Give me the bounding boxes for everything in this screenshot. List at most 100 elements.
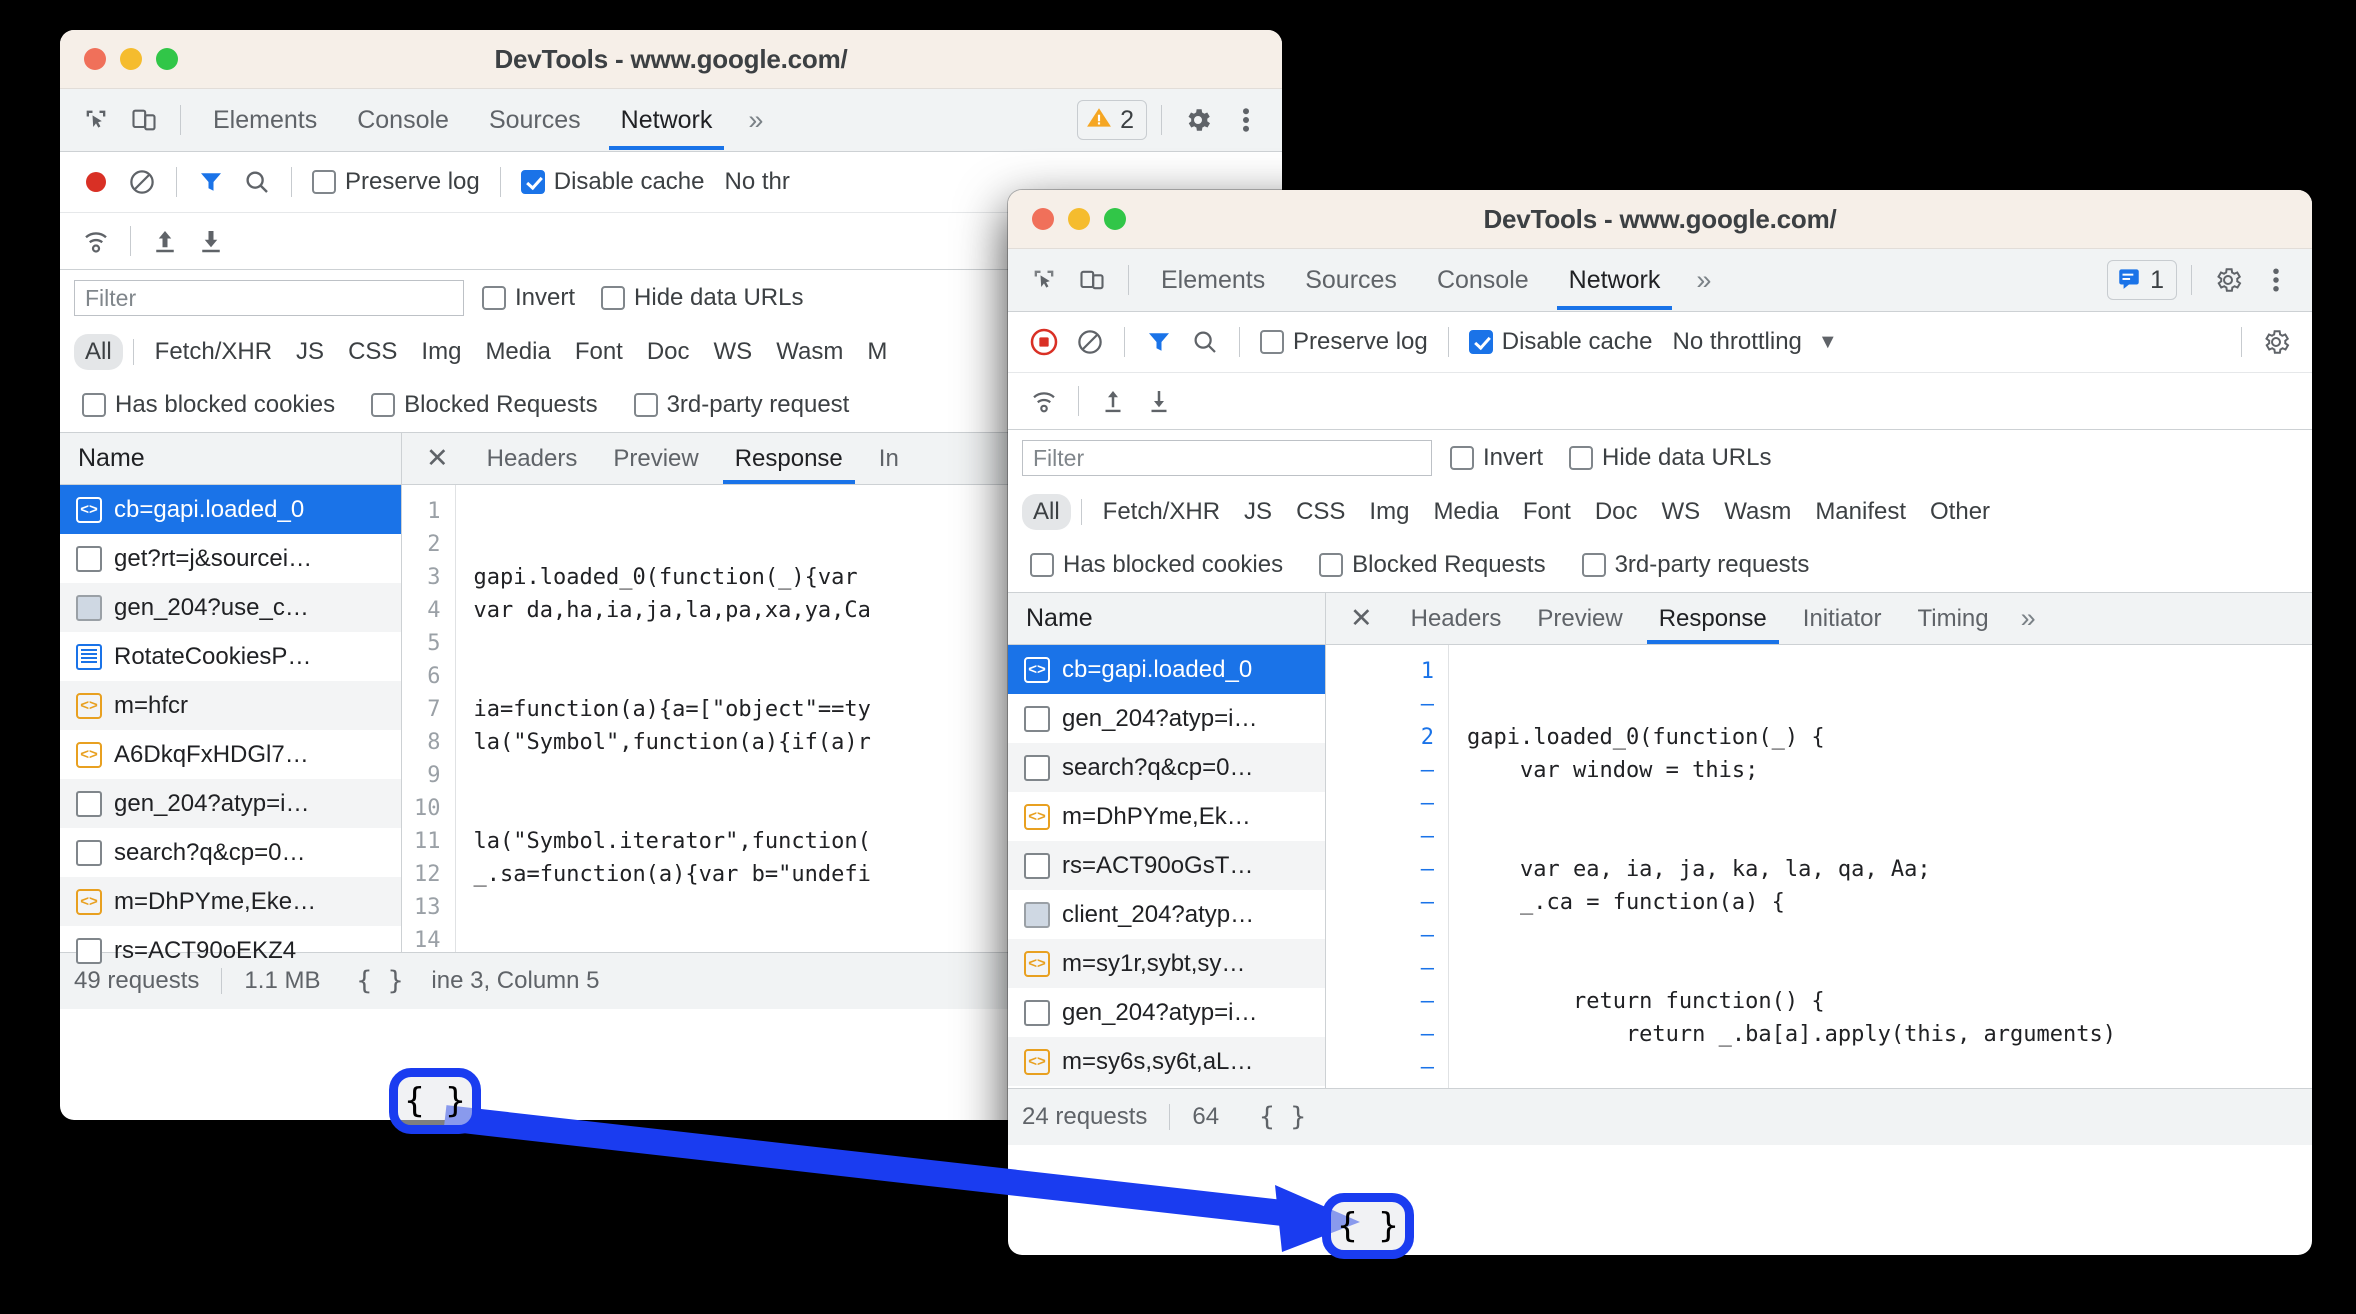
detail-tab-headers[interactable]: Headers: [1393, 593, 1520, 644]
invert-checkbox[interactable]: Invert: [474, 284, 583, 312]
type-filter-fetchxhr[interactable]: Fetch/XHR: [1092, 494, 1231, 530]
checkbox-box[interactable]: [82, 393, 106, 417]
warning-badge[interactable]: 2: [1077, 100, 1147, 140]
type-filter-other[interactable]: Other: [1919, 494, 2001, 530]
front-response-code[interactable]: 1– 2– –– –– –– –– –– – gapi.loaded_0(fun…: [1326, 645, 2312, 1088]
table-row[interactable]: get?rt=j&sourcei…: [60, 534, 401, 583]
funnel-filter-icon[interactable]: [1137, 321, 1181, 363]
type-filter-wasm[interactable]: Wasm: [1713, 494, 1802, 530]
type-filter-all[interactable]: All: [74, 334, 123, 370]
chevron-double-right-icon[interactable]: »: [1682, 265, 1725, 296]
tab-sources[interactable]: Sources: [1287, 250, 1415, 310]
type-filter-manifest[interactable]: M: [856, 334, 898, 370]
checkbox-box[interactable]: [371, 393, 396, 417]
checkbox-box[interactable]: [601, 286, 626, 310]
checkbox-box[interactable]: [1450, 446, 1474, 470]
tab-console[interactable]: Console: [1419, 250, 1547, 310]
front-request-list[interactable]: Name <> cb=gapi.loaded_0 gen_204?atyp=i……: [1008, 593, 1326, 1088]
front-status-bar[interactable]: 24 requests 64 { }: [1008, 1088, 2312, 1145]
back-format-highlight[interactable]: { }: [389, 1068, 481, 1134]
table-row[interactable]: search?q&cp=0…: [60, 828, 401, 877]
tab-elements[interactable]: Elements: [1143, 250, 1283, 310]
close-x-icon[interactable]: ✕: [1330, 603, 1393, 634]
table-row[interactable]: <> A6DkqFxHDGl7…: [60, 730, 401, 779]
type-filter-js[interactable]: JS: [285, 334, 335, 370]
has-blocked-cookies-checkbox[interactable]: Has blocked cookies: [74, 391, 343, 419]
minimize-button[interactable]: [120, 48, 142, 70]
front-request-rows[interactable]: <> cb=gapi.loaded_0 gen_204?atyp=i… sear…: [1008, 645, 1325, 1086]
front-filter-row[interactable]: Filter Invert Hide data URLs: [1008, 430, 2312, 486]
message-badge[interactable]: 1: [2107, 260, 2177, 300]
front-tab-strip[interactable]: Elements Sources Console Network » 1: [1008, 249, 2312, 312]
type-filter-img[interactable]: Img: [410, 334, 472, 370]
search-icon[interactable]: [1183, 321, 1227, 363]
maximize-button[interactable]: [156, 48, 178, 70]
type-filter-js[interactable]: JS: [1233, 494, 1283, 530]
back-request-rows[interactable]: <> cb=gapi.loaded_0 get?rt=j&sourcei… ge…: [60, 485, 401, 975]
search-icon[interactable]: [235, 161, 279, 203]
invert-checkbox[interactable]: Invert: [1442, 444, 1551, 472]
upload-arrow-icon[interactable]: [1091, 380, 1135, 422]
checkbox-box[interactable]: [1569, 446, 1594, 470]
table-row[interactable]: <> m=DhPYme,Ek…: [1008, 792, 1325, 841]
format-braces-button[interactable]: { }: [1245, 1098, 1320, 1136]
record-stop-icon[interactable]: [74, 161, 118, 203]
type-filter-wasm[interactable]: Wasm: [765, 334, 854, 370]
detail-tab-response[interactable]: Response: [717, 433, 861, 484]
table-row[interactable]: gen_204?atyp=i…: [1008, 988, 1325, 1037]
wifi-settings-icon[interactable]: [74, 220, 118, 262]
table-row[interactable]: <> m=sy6s,sy6t,aL…: [1008, 1037, 1325, 1086]
type-filter-font[interactable]: Font: [1512, 494, 1582, 530]
type-filter-manifest[interactable]: Manifest: [1804, 494, 1917, 530]
devtools-window-front[interactable]: DevTools - www.google.com/ Elements Sour…: [1008, 190, 2312, 1255]
chevron-down-icon[interactable]: ▼: [1804, 331, 1852, 354]
table-row[interactable]: gen_204?use_c…: [60, 583, 401, 632]
table-row[interactable]: <> m=sy1r,sybt,sy…: [1008, 939, 1325, 988]
chevron-double-right-icon[interactable]: »: [2007, 603, 2050, 634]
checkbox-box[interactable]: [1468, 330, 1493, 354]
gear-icon[interactable]: [2206, 259, 2250, 301]
hide-data-urls-checkbox[interactable]: Hide data URLs: [593, 284, 811, 312]
table-row[interactable]: <> m=hfcr: [60, 681, 401, 730]
device-toolbar-icon[interactable]: [1070, 259, 1114, 301]
funnel-filter-icon[interactable]: [189, 161, 233, 203]
download-arrow-icon[interactable]: [1137, 380, 1181, 422]
throttling-select[interactable]: No thr: [714, 168, 789, 196]
table-row[interactable]: client_204?atyp…: [1008, 890, 1325, 939]
third-party-requests-checkbox[interactable]: 3rd-party requests: [1574, 551, 1818, 579]
disable-cache-checkbox[interactable]: Disable cache: [513, 168, 713, 196]
front-cookie-filter-row[interactable]: Has blocked cookies Blocked Requests 3rd…: [1008, 538, 2312, 593]
third-party-requests-checkbox[interactable]: 3rd-party request: [626, 391, 858, 419]
front-network-toolbar-row2[interactable]: [1008, 373, 2312, 430]
upload-arrow-icon[interactable]: [143, 220, 187, 262]
table-row[interactable]: <> cb=gapi.loaded_0: [60, 485, 401, 534]
tab-network[interactable]: Network: [1551, 250, 1679, 310]
chevron-double-right-icon[interactable]: »: [734, 105, 777, 136]
tab-network[interactable]: Network: [603, 90, 731, 150]
preserve-log-checkbox[interactable]: Preserve log: [304, 168, 488, 196]
close-button[interactable]: [1032, 208, 1054, 230]
detail-tab-response[interactable]: Response: [1641, 593, 1785, 644]
table-row[interactable]: <> cb=gapi.loaded_0: [1008, 645, 1325, 694]
type-filter-ws[interactable]: WS: [703, 334, 764, 370]
type-filter-fetchxhr[interactable]: Fetch/XHR: [144, 334, 283, 370]
table-row[interactable]: gen_204?atyp=i…: [60, 779, 401, 828]
download-arrow-icon[interactable]: [189, 220, 233, 262]
record-stop-icon[interactable]: [1022, 321, 1066, 363]
checkbox-box[interactable]: [312, 170, 336, 194]
type-filter-doc[interactable]: Doc: [1584, 494, 1649, 530]
tab-console[interactable]: Console: [339, 90, 467, 150]
maximize-button[interactable]: [1104, 208, 1126, 230]
detail-tab-headers[interactable]: Headers: [469, 433, 596, 484]
blocked-requests-checkbox[interactable]: Blocked Requests: [363, 391, 605, 419]
detail-tab-preview[interactable]: Preview: [595, 433, 716, 484]
type-filter-media[interactable]: Media: [1422, 494, 1509, 530]
kebab-menu-icon[interactable]: [2254, 259, 2298, 301]
disable-cache-checkbox[interactable]: Disable cache: [1461, 328, 1661, 356]
clear-no-entry-icon[interactable]: [1068, 321, 1112, 363]
type-filter-img[interactable]: Img: [1358, 494, 1420, 530]
type-filter-doc[interactable]: Doc: [636, 334, 701, 370]
type-filter-media[interactable]: Media: [474, 334, 561, 370]
detail-tab-initiator[interactable]: Initiator: [1785, 593, 1900, 644]
clear-no-entry-icon[interactable]: [120, 161, 164, 203]
